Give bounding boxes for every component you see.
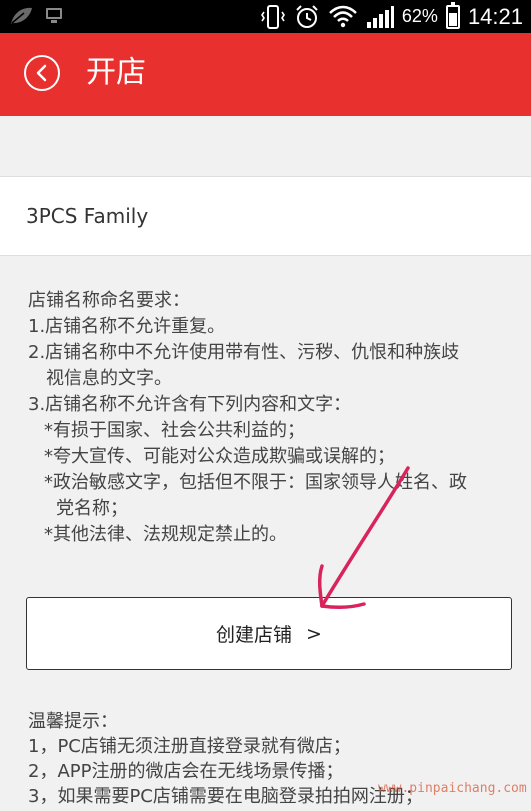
battery-level: [448, 13, 457, 26]
chevron-right-icon: >: [306, 622, 322, 645]
rule-subitem: *夸大宣传、可能对公众造成欺骗或误解的；: [44, 446, 395, 467]
signal-icon: [366, 5, 394, 28]
tip-item: 1，PC店铺无须注册直接登录就有微店；: [28, 736, 351, 757]
clock: 14:21: [467, 3, 523, 29]
chevron-left-icon: [36, 64, 47, 82]
battery-percent: 62%: [401, 6, 438, 26]
back-button[interactable]: [24, 55, 60, 91]
alarm-icon: [296, 4, 318, 28]
create-shop-button[interactable]: 创建店铺 >: [26, 597, 512, 670]
leaf-icon: [11, 7, 32, 24]
rule-item: 1.店铺名称不允许重复。: [28, 316, 226, 337]
naming-rules: 店铺名称命名要求： 1.店铺名称不允许重复。 2.店铺名称中不允许使用带有性、污…: [28, 288, 518, 548]
rule-item: 视信息的文字。: [46, 368, 172, 389]
rule-subitem: *其他法律、法规规定禁止的。: [44, 524, 287, 545]
rule-item: 2.店铺名称中不允许使用带有性、污秽、仇恨和种族歧: [28, 342, 460, 363]
tips-heading: 温馨提示：: [28, 711, 118, 732]
rule-item: 3.店铺名称不允许含有下列内容和文字：: [28, 394, 352, 415]
rules-heading: 店铺名称命名要求：: [28, 290, 190, 311]
status-system: 62% 14:21: [260, 0, 523, 33]
shop-name-row: [0, 176, 531, 256]
watermark: www.pinpaichang.com: [378, 781, 527, 796]
status-notifications: [8, 5, 64, 27]
rule-subitem: *有损于国家、社会公共利益的；: [44, 420, 305, 441]
create-shop-label: 创建店铺: [216, 624, 293, 646]
app-bar: 开店: [0, 33, 531, 116]
battery-icon: [445, 1, 460, 29]
status-bar: 62% 14:21: [0, 0, 531, 33]
shop-name-input[interactable]: [26, 197, 506, 235]
monitor-icon: [46, 8, 62, 23]
page-title: 开店: [86, 55, 146, 90]
wifi-icon: [329, 5, 357, 27]
vibrate-icon: [260, 4, 285, 29]
rule-subitem: *政治敏感文字，包括但不限于：国家领导人姓名、政: [44, 472, 467, 493]
rule-subitem: 党名称；: [56, 498, 128, 519]
